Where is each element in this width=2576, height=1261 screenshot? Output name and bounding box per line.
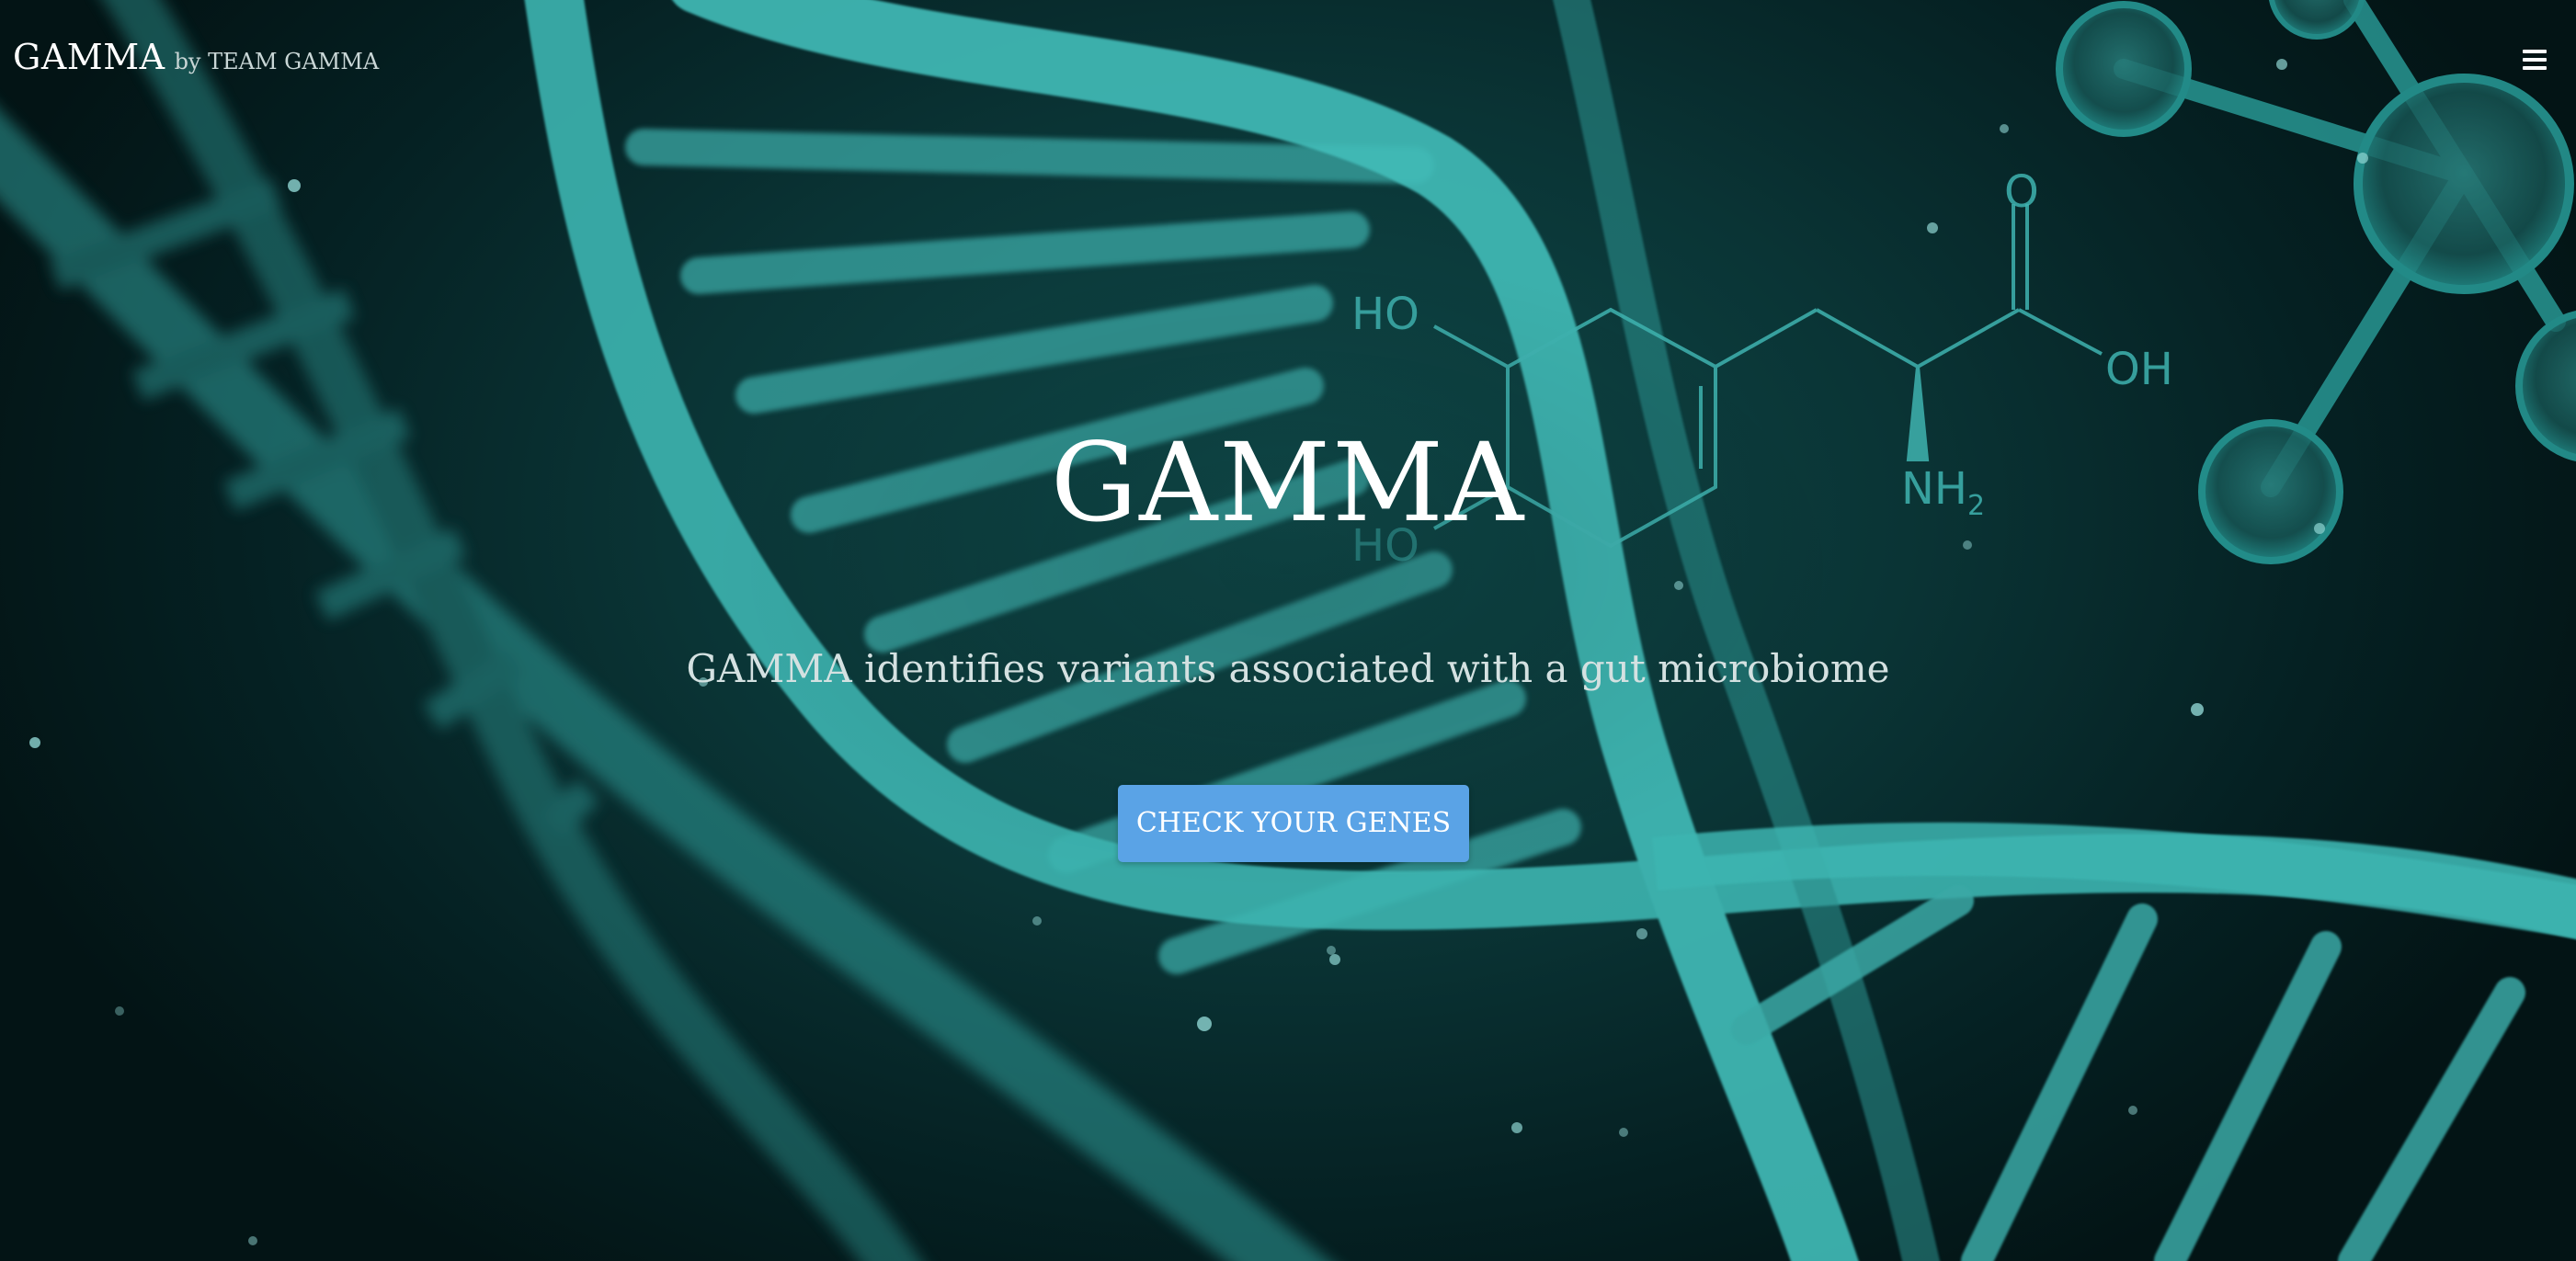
dna-helix-background: HO OH NH2 O HO — [0, 0, 2576, 1261]
hero-section: HO OH NH2 O HO GAMMA by TEAM GAMMA GAMMA… — [0, 0, 2576, 1261]
hero-title: GAMMA — [1050, 419, 1526, 546]
menu-bar-top — [2523, 50, 2547, 53]
far-helix — [0, 0, 1330, 1261]
label-oh: OH — [2105, 344, 2173, 395]
hero-tagline: GAMMA identifies variants associated wit… — [686, 646, 1890, 691]
hamburger-menu-icon[interactable] — [2523, 50, 2550, 74]
label-o: O — [2004, 166, 2039, 218]
label-ho-top: HO — [1351, 289, 1419, 340]
brand-subtitle: by TEAM GAMMA — [174, 49, 380, 74]
menu-bar-bottom — [2523, 66, 2547, 70]
check-your-genes-button[interactable]: CHECK YOUR GENES — [1118, 785, 1469, 862]
menu-bar-middle — [2523, 58, 2547, 62]
brand-name: GAMMA — [13, 37, 165, 77]
nav-brand[interactable]: GAMMA by TEAM GAMMA — [13, 37, 379, 77]
